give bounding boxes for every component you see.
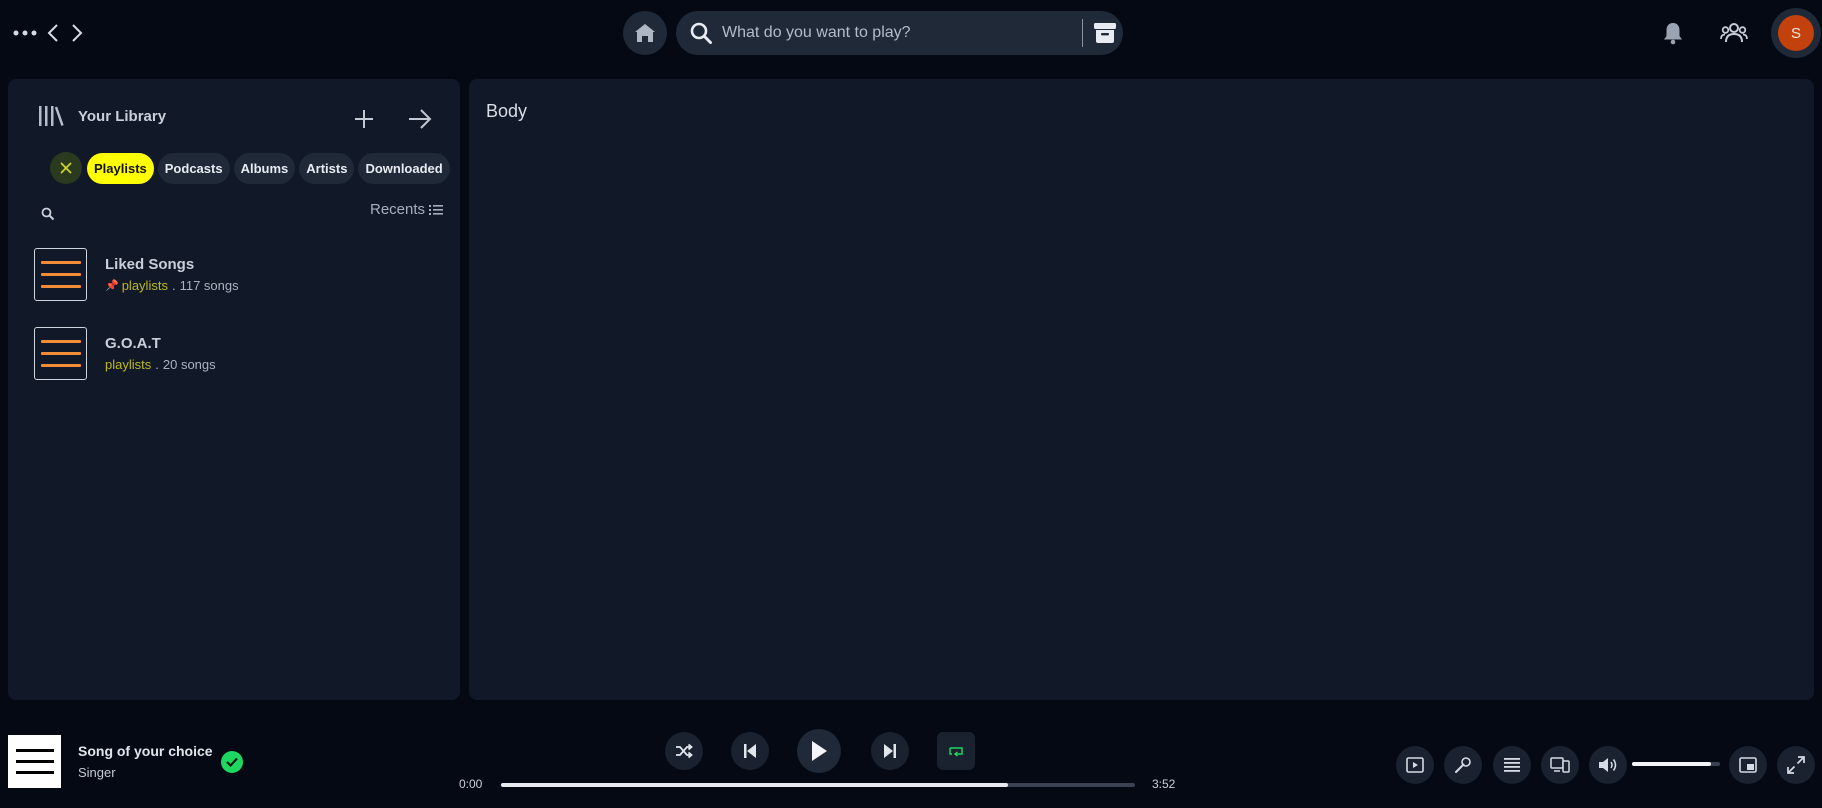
filter-artists[interactable]: Artists <box>299 152 355 184</box>
search-icon <box>688 20 714 46</box>
avatar-initial: S <box>1778 15 1814 51</box>
search-bar[interactable] <box>676 11 1123 55</box>
next-icon[interactable] <box>871 732 909 770</box>
library-filters: Playlists Podcasts Albums Artists Downlo… <box>50 152 454 184</box>
chevron-left-icon[interactable] <box>44 22 62 44</box>
meta-separator: . <box>155 356 159 372</box>
bell-icon[interactable] <box>1658 18 1688 48</box>
search-icon[interactable] <box>36 202 60 226</box>
duration: 3:52 <box>1152 777 1176 791</box>
previous-icon[interactable] <box>731 732 769 770</box>
progress-fill <box>501 783 1009 787</box>
close-icon[interactable] <box>50 152 82 184</box>
meta-separator: . <box>171 277 176 293</box>
playlist-name: Liked Songs <box>105 255 195 273</box>
library-icon <box>38 105 64 127</box>
search-divider <box>1082 19 1083 47</box>
search-input[interactable] <box>722 24 1082 42</box>
repeat-icon[interactable] <box>937 732 975 770</box>
sort-recents[interactable]: Recents <box>370 201 444 218</box>
main-content: Body <box>469 79 1814 700</box>
playlist-count: 117 songs <box>179 277 239 293</box>
chevron-right-icon[interactable] <box>68 22 86 44</box>
lyrics-icon[interactable] <box>1444 746 1482 784</box>
top-bar: S <box>0 0 1822 68</box>
page-title: Body <box>486 101 528 121</box>
playlist-thumbnail <box>34 247 87 301</box>
play-icon[interactable] <box>797 729 841 773</box>
progress-bar[interactable] <box>501 783 1135 787</box>
plus-icon[interactable] <box>350 105 378 133</box>
playlist-count: 20 songs <box>162 356 216 372</box>
sort-label: Recents <box>370 201 426 218</box>
queue-icon[interactable] <box>1493 746 1531 784</box>
shuffle-icon[interactable] <box>665 732 703 770</box>
library-panel: Your Library Playlists Podcasts Albums A… <box>8 79 460 700</box>
volume-slider[interactable] <box>1632 762 1720 766</box>
home-icon <box>635 24 655 42</box>
arrow-right-icon[interactable] <box>406 105 434 133</box>
player-bar: Song of your choice Singer 0:00 3:52 <box>0 722 1822 808</box>
track-artist[interactable]: Singer <box>78 765 116 780</box>
filter-podcasts[interactable]: Podcasts <box>157 152 230 184</box>
list-item[interactable]: G.O.A.T playlists . 20 songs <box>34 325 444 381</box>
connect-device-icon[interactable] <box>1541 746 1579 784</box>
home-button[interactable] <box>623 11 667 55</box>
volume-icon[interactable] <box>1589 746 1627 784</box>
fullscreen-icon[interactable] <box>1777 746 1815 784</box>
avatar[interactable]: S <box>1771 8 1821 58</box>
list-icon <box>429 204 444 215</box>
friends-icon[interactable] <box>1719 18 1749 48</box>
volume-fill <box>1632 762 1712 766</box>
playlist-type: playlists <box>121 277 168 293</box>
library-header[interactable]: Your Library <box>38 105 166 127</box>
now-playing-thumbnail[interactable] <box>8 735 61 788</box>
current-time: 0:00 <box>459 777 483 791</box>
playlist-type: playlists <box>105 356 152 372</box>
library-title: Your Library <box>78 107 167 125</box>
pin-icon: 📌 <box>105 279 119 292</box>
now-playing-view-icon[interactable] <box>1396 746 1434 784</box>
track-title[interactable]: Song of your choice <box>78 743 213 759</box>
list-item[interactable]: Liked Songs 📌 playlists . 117 songs <box>34 246 444 302</box>
mini-player-icon[interactable] <box>1729 746 1767 784</box>
filter-albums[interactable]: Albums <box>233 152 296 184</box>
filter-playlists[interactable]: Playlists <box>87 152 154 184</box>
more-dots-icon[interactable] <box>12 22 38 44</box>
playlist-name: G.O.A.T <box>105 334 161 352</box>
check-icon[interactable] <box>221 751 243 773</box>
filter-downloaded[interactable]: Downloaded <box>358 152 450 184</box>
browse-icon[interactable] <box>1087 15 1123 51</box>
playlist-thumbnail <box>34 326 87 380</box>
